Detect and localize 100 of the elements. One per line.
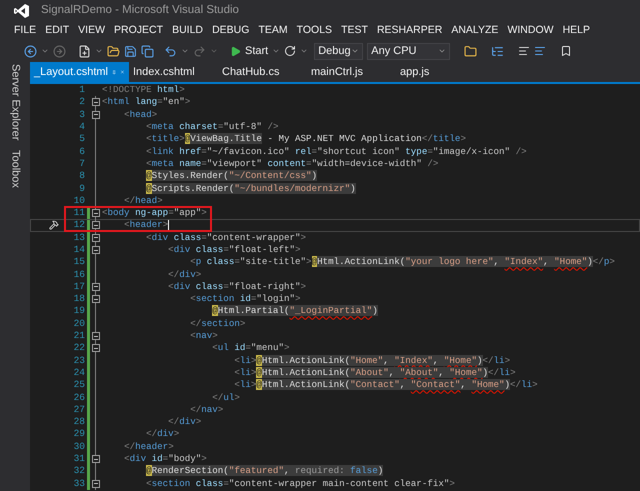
- collapse-icon[interactable]: [92, 209, 100, 218]
- undo-icon[interactable]: [164, 44, 177, 58]
- code-line: <html lang="en">: [102, 96, 190, 108]
- folder-icon[interactable]: [107, 44, 120, 58]
- list-icon[interactable]: [491, 44, 504, 58]
- pin-icon[interactable]: [112, 68, 116, 76]
- new-file-icon[interactable]: [78, 44, 91, 58]
- line-number: 32: [72, 465, 85, 478]
- menu-item[interactable]: BUILD: [172, 22, 204, 38]
- code-line: @RenderSection("featured", required: false): [145, 465, 384, 478]
- caret-icon: [351, 47, 360, 55]
- line-number: 3: [78, 108, 85, 121]
- code-line: </section>: [189, 318, 246, 330]
- start-button[interactable]: Start: [230, 42, 268, 60]
- menu-item[interactable]: WINDOW: [507, 22, 554, 38]
- code-line: </header>: [123, 440, 174, 453]
- line-number: 22: [72, 342, 85, 354]
- save-all-icon[interactable]: [141, 44, 154, 58]
- side-tab[interactable]: Toolbox: [6, 150, 24, 188]
- code-line: <meta charset="utf-8" />: [145, 121, 278, 134]
- collapse-icon[interactable]: [92, 480, 100, 488]
- collapse-icon[interactable]: [92, 246, 100, 254]
- code-line: <body ng-app="app">: [102, 207, 207, 220]
- menu-item[interactable]: TOOLS: [296, 22, 332, 38]
- line-number: 4: [78, 121, 85, 134]
- menu-item[interactable]: ANALYZE: [451, 22, 498, 38]
- collapse-icon[interactable]: [92, 344, 100, 352]
- menu-item[interactable]: TEAM: [258, 22, 288, 38]
- logo-icon: [14, 4, 29, 18]
- side-tab[interactable]: Server Explorer: [6, 64, 24, 140]
- line-number: 33: [72, 478, 85, 490]
- file-tab[interactable]: app.js: [396, 62, 485, 82]
- collapse-icon[interactable]: [92, 110, 100, 119]
- bookmark-icon[interactable]: [560, 45, 572, 57]
- play-icon: [230, 46, 241, 56]
- collapse-icon[interactable]: [92, 221, 100, 230]
- configuration-dropdown[interactable]: Debug: [314, 42, 364, 60]
- collapse-icon[interactable]: [92, 282, 100, 291]
- code-line: <link href="~/favicon.ico" rel="shortcut icon" type="image/x-icon" />: [145, 146, 527, 158]
- code-line: @Scripts.Render("~/bundles/modernizr"): [145, 182, 356, 195]
- collapse-icon[interactable]: [92, 455, 100, 464]
- menu-item[interactable]: TEST: [341, 22, 368, 38]
- file-tab[interactable]: mainCtrl.js: [307, 62, 396, 82]
- caret-icon[interactable]: [95, 47, 103, 55]
- line-number: 27: [72, 404, 85, 416]
- align-icon[interactable]: [518, 45, 530, 57]
- line-number: 1: [78, 84, 85, 96]
- code-line: </head>: [123, 194, 163, 207]
- line-number: 17: [72, 280, 85, 293]
- line-number: 29: [72, 428, 85, 440]
- code-line: <div class="content-wrapper">: [145, 232, 306, 244]
- line-number: 30: [72, 440, 85, 453]
- collapse-icon[interactable]: [92, 295, 100, 304]
- refresh-icon[interactable]: [284, 45, 296, 57]
- caret-icon[interactable]: [210, 47, 218, 55]
- line-number: 10: [72, 194, 85, 207]
- line-number: 20: [72, 318, 85, 330]
- code-line: <ul id="menu">: [211, 342, 290, 354]
- line-number: 15: [72, 256, 85, 268]
- code-line: <li>@Html.ActionLink("Contact", "Contact", "Home")</li>: [233, 379, 538, 392]
- file-tab[interactable]: Index.cshtml: [129, 62, 218, 82]
- align-icon[interactable]: [534, 45, 546, 57]
- code-line: </ul>: [211, 392, 240, 404]
- line-number: 2: [78, 96, 85, 108]
- hammer-icon[interactable]: [49, 220, 59, 230]
- code-line: @Html.Partial("_LoginPartial"): [211, 305, 378, 318]
- file-tab[interactable]: _Layout.cshtml: [30, 62, 129, 82]
- back-icon[interactable]: [24, 44, 37, 58]
- redo-icon[interactable]: [193, 44, 206, 58]
- menu-item[interactable]: DEBUG: [212, 22, 250, 38]
- file-tab[interactable]: ChatHub.cs: [218, 62, 307, 82]
- menu-item[interactable]: HELP: [562, 22, 590, 38]
- collapse-icon[interactable]: [92, 332, 100, 340]
- line-number: 16: [72, 268, 85, 281]
- caret-icon[interactable]: [181, 47, 189, 55]
- menu-item[interactable]: VIEW: [78, 22, 106, 38]
- line-number: 8: [78, 170, 85, 182]
- menu-item[interactable]: EDIT: [45, 22, 70, 38]
- platform-dropdown[interactable]: Any CPU: [367, 42, 450, 60]
- line-number: 28: [72, 416, 85, 428]
- menu-item[interactable]: FILE: [14, 22, 36, 38]
- line-number: 11: [72, 207, 85, 220]
- folder-icon[interactable]: [464, 44, 478, 58]
- collapse-icon[interactable]: [92, 98, 100, 106]
- code-line: <p class="site-title">@Html.ActionLink("your logo here", "Index", "Home")</p>: [189, 256, 615, 268]
- caret-icon[interactable]: [272, 47, 280, 55]
- line-number: 18: [72, 293, 85, 306]
- save-icon[interactable]: [124, 44, 137, 58]
- menu-item[interactable]: RESHARPER: [376, 22, 442, 38]
- line-number: 14: [72, 244, 85, 256]
- line-number: 7: [78, 158, 85, 170]
- line-number: 21: [72, 330, 85, 342]
- forward-icon[interactable]: [53, 44, 66, 58]
- code-line: <title>@ViewBag.Title - My ASP.NET MVC Application</title>: [145, 133, 466, 146]
- code-line: </div>: [167, 416, 202, 428]
- caret-icon[interactable]: [41, 47, 49, 55]
- menu-item[interactable]: PROJECT: [114, 22, 164, 38]
- collapse-icon[interactable]: [92, 234, 100, 242]
- caret-icon[interactable]: [300, 47, 308, 55]
- line-number: 13: [72, 232, 85, 244]
